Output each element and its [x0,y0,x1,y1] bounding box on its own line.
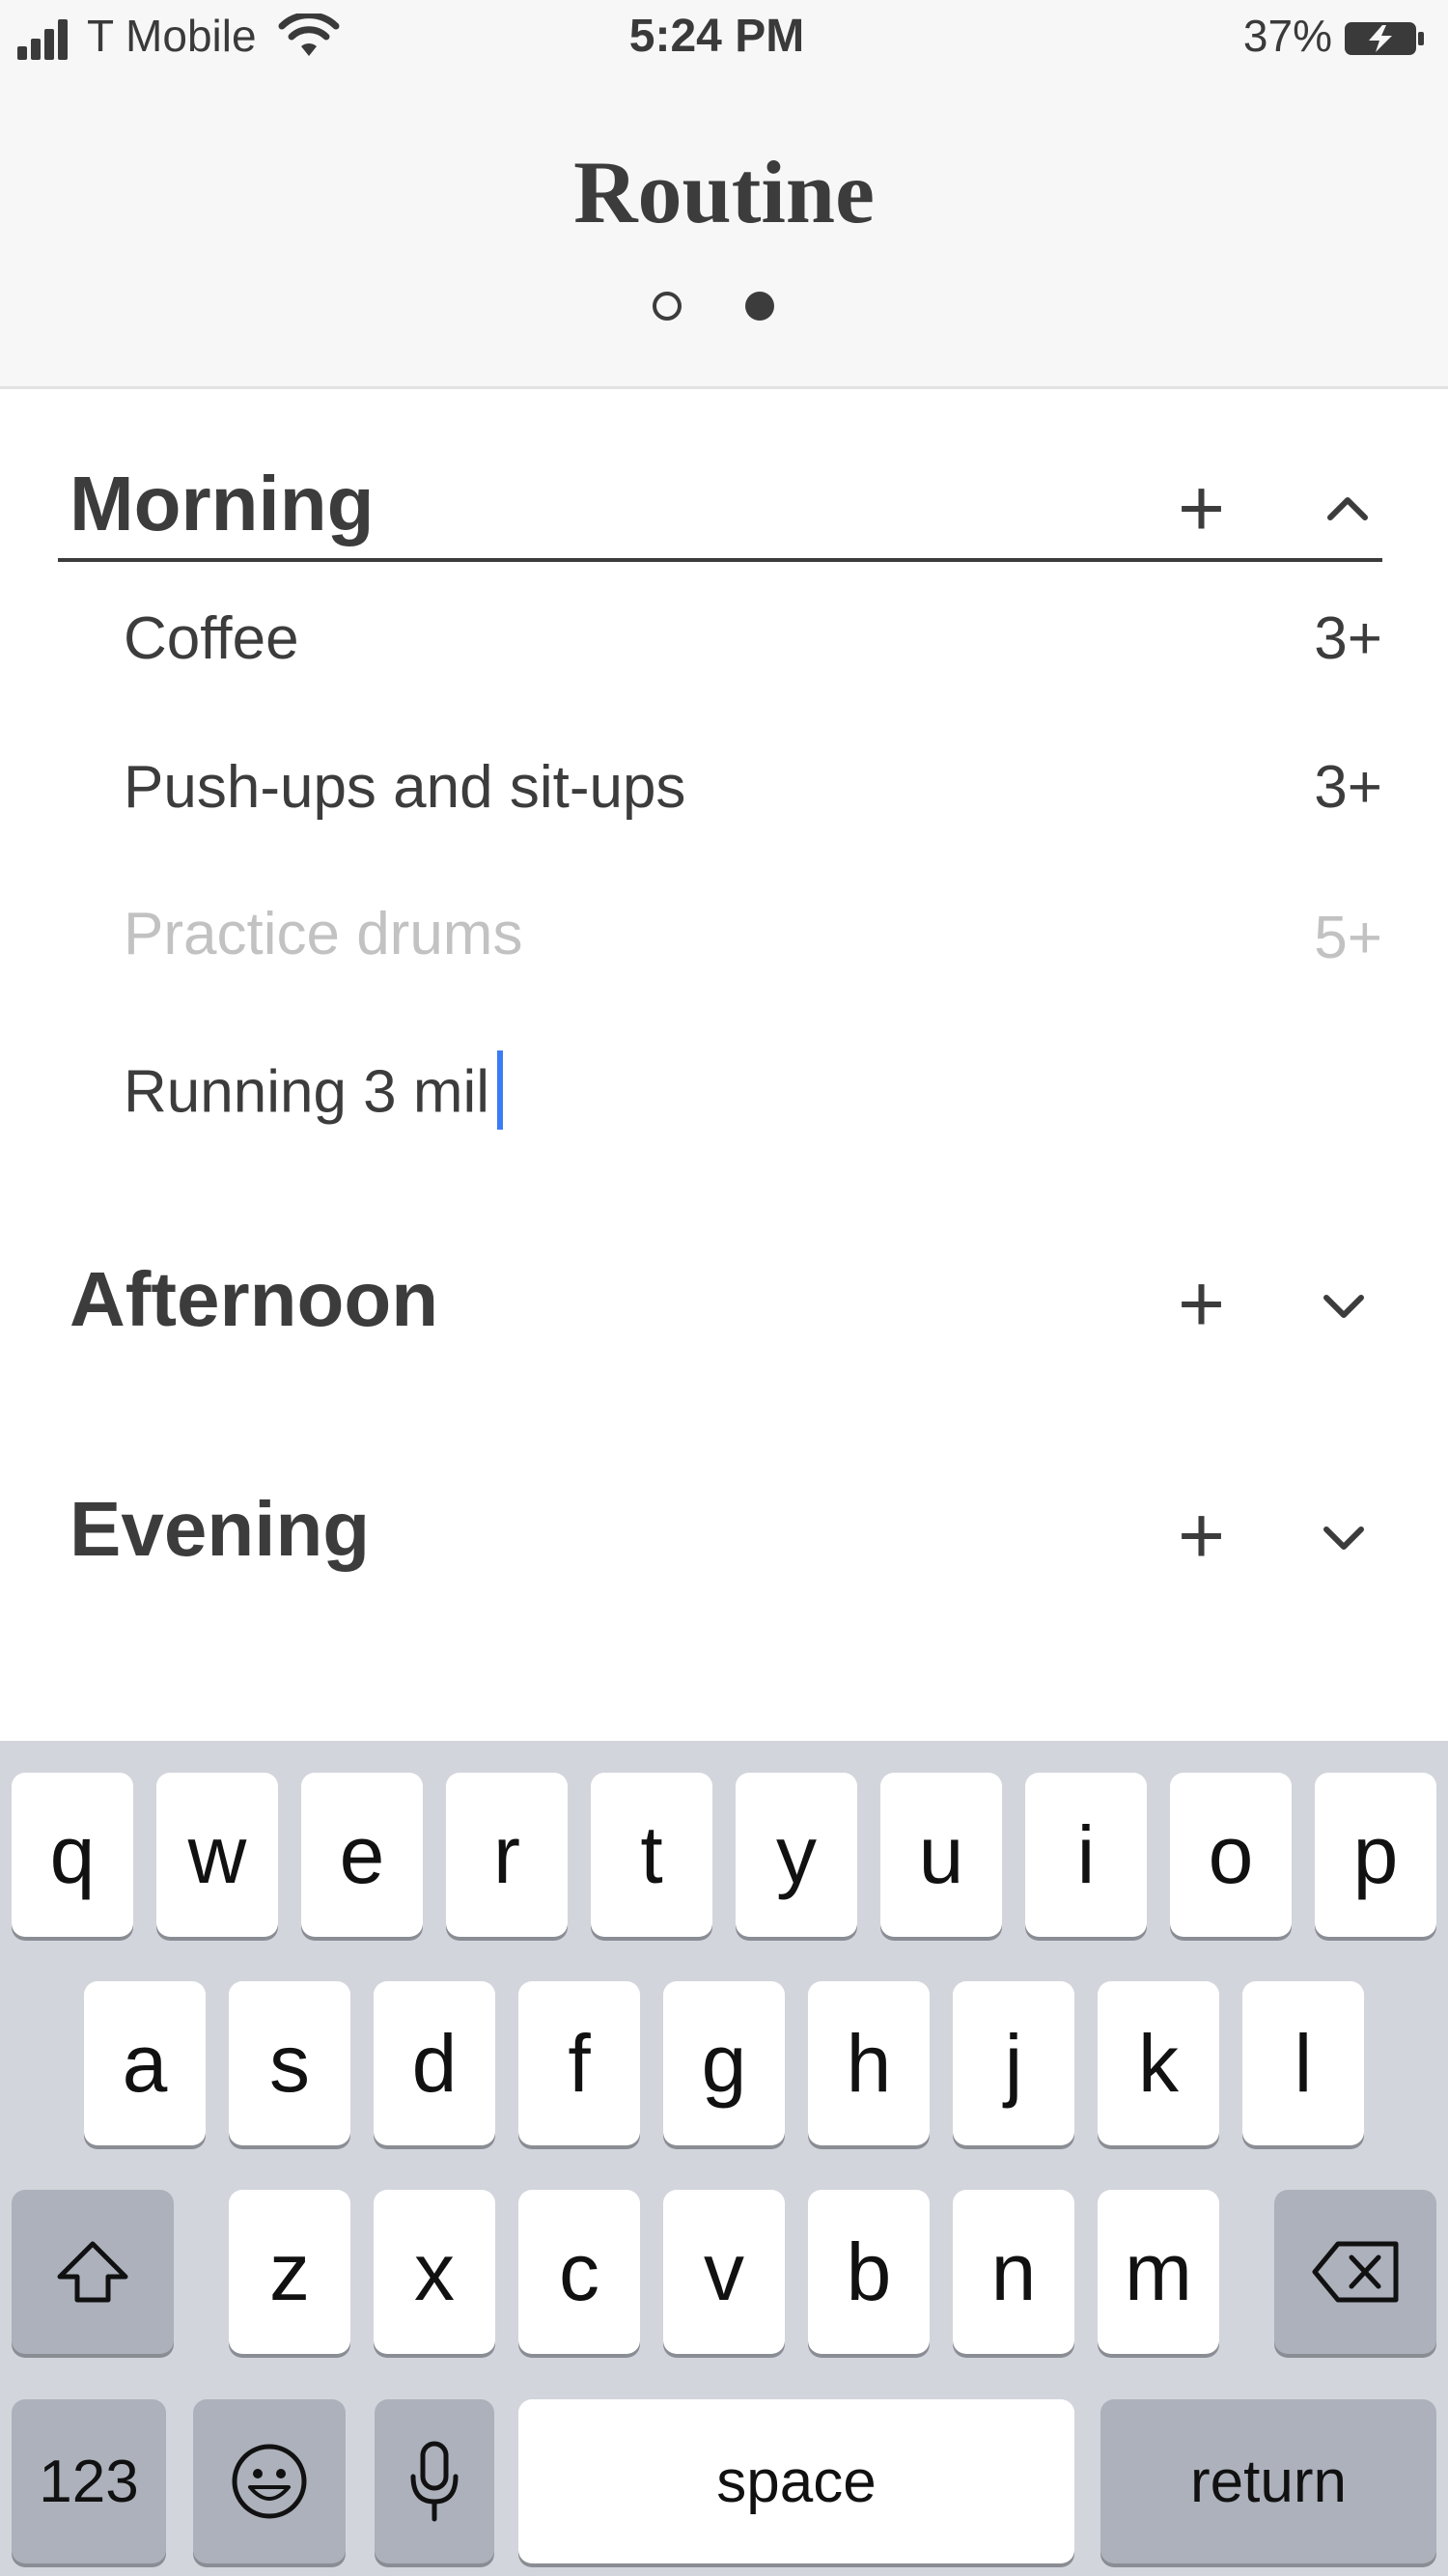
page-indicator-dot-2[interactable] [745,292,774,321]
key-b[interactable]: b [808,2190,930,2354]
key-m[interactable]: m [1098,2190,1219,2354]
chevron-down-icon[interactable] [1321,1522,1367,1554]
return-key[interactable]: return [1100,2399,1436,2563]
key-h[interactable]: h [808,1981,930,2145]
backspace-icon [1312,2241,1399,2303]
page-header: Routine [0,77,1448,389]
on-screen-keyboard: q w e r t y u i o p a s d f g h j k l z … [0,1741,1448,2576]
routine-item-count: 5+ [1314,905,1382,971]
key-q[interactable]: q [12,1773,133,1937]
key-t[interactable]: t [591,1773,712,1937]
key-z[interactable]: z [229,2190,350,2354]
shift-arrow-icon [57,2241,128,2303]
key-r[interactable]: r [446,1773,568,1937]
shift-key[interactable] [12,2190,174,2354]
key-x[interactable]: x [374,2190,495,2354]
key-v[interactable]: v [663,2190,785,2354]
section-title-afternoon[interactable]: Afternoon [70,1255,438,1344]
key-g[interactable]: g [663,1981,785,2145]
status-time: 5:24 PM [628,11,805,62]
key-f[interactable]: f [518,1981,640,2145]
key-j[interactable]: j [953,1981,1074,2145]
key-p[interactable]: p [1315,1773,1436,1937]
section-title-evening[interactable]: Evening [70,1485,370,1574]
routine-item-label[interactable]: Practice drums [124,900,522,968]
chevron-down-icon[interactable] [1321,1290,1367,1323]
routine-item-label[interactable]: Push-ups and sit-ups [124,753,685,822]
key-c[interactable]: c [518,2190,640,2354]
key-w[interactable]: w [156,1773,278,1937]
battery-percentage: 37% [1242,11,1332,61]
add-afternoon-item-button[interactable]: + [1178,1263,1225,1344]
key-y[interactable]: y [736,1773,857,1937]
emoji-key[interactable] [193,2399,346,2563]
dictation-key[interactable] [375,2399,494,2563]
status-bar: T Mobile 5:24 PM 37% [0,0,1448,77]
key-i[interactable]: i [1025,1773,1147,1937]
key-s[interactable]: s [229,1981,350,2145]
emoji-icon [232,2444,307,2519]
page-title: Routine [573,143,875,241]
new-item-input-text: Running 3 mil [124,1058,490,1126]
chevron-up-icon[interactable] [1324,490,1371,523]
routine-item-count: 3+ [1314,605,1382,672]
numbers-key[interactable]: 123 [12,2399,166,2563]
key-k[interactable]: k [1098,1981,1219,2145]
key-o[interactable]: o [1170,1773,1292,1937]
text-cursor [497,1050,504,1130]
add-morning-item-button[interactable]: + [1178,467,1225,548]
microphone-icon [410,2441,459,2522]
key-e[interactable]: e [301,1773,423,1937]
routine-item-label[interactable]: Coffee [124,604,299,673]
new-item-input[interactable]: Running 3 mil [124,1050,504,1135]
key-n[interactable]: n [953,2190,1074,2354]
key-a[interactable]: a [84,1981,206,2145]
key-d[interactable]: d [374,1981,495,2145]
add-evening-item-button[interactable]: + [1178,1495,1225,1576]
key-u[interactable]: u [880,1773,1002,1937]
section-title-morning[interactable]: Morning [70,460,374,548]
section-divider [58,558,1382,562]
routine-item-count: 3+ [1314,754,1382,821]
page-indicator-dot-1[interactable] [653,292,682,321]
space-key[interactable]: space [518,2399,1074,2563]
key-l[interactable]: l [1242,1981,1364,2145]
battery-charging-icon [1345,22,1424,55]
delete-key[interactable] [1274,2190,1436,2354]
